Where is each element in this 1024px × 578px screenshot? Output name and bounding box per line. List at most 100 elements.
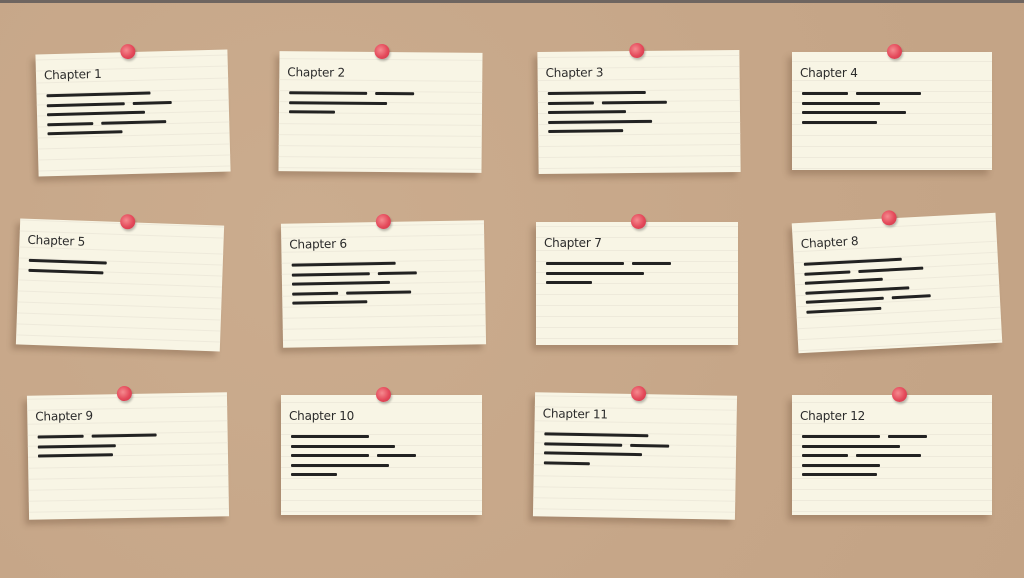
text-line (291, 271, 370, 277)
index-card[interactable]: Chapter 12 (792, 387, 992, 515)
pushpin-icon (631, 214, 646, 229)
pushpin-icon (892, 387, 907, 402)
text-line (548, 129, 624, 133)
text-line (547, 110, 627, 114)
text-line (802, 101, 880, 105)
text-line (28, 268, 104, 274)
text-line (37, 434, 84, 439)
pushpin-icon (375, 213, 392, 230)
text-line (289, 91, 368, 95)
text-line (804, 277, 883, 285)
text-line (802, 120, 877, 124)
text-line (546, 281, 592, 284)
text-line (291, 435, 369, 438)
text-line (291, 280, 390, 286)
text-line (543, 460, 590, 465)
text-line (377, 270, 417, 275)
text-line (28, 258, 107, 265)
text-line (857, 266, 923, 273)
pushpin-icon (116, 385, 133, 402)
card-title: Chapter 8 (800, 233, 859, 251)
pushpin-icon (629, 42, 645, 59)
pushpin-icon (887, 44, 902, 59)
index-card[interactable]: Chapter 5 (15, 213, 225, 352)
text-line (132, 100, 172, 105)
card-title: Chapter 9 (35, 408, 94, 424)
text-line (291, 444, 395, 448)
text-line (289, 100, 387, 105)
index-card[interactable]: Chapter 3 (537, 42, 741, 175)
card-title: Chapter 12 (800, 409, 866, 423)
text-line (888, 435, 927, 438)
pushpin-icon (120, 43, 136, 60)
text-line (377, 454, 416, 457)
text-line (375, 91, 415, 96)
card-title: Chapter 4 (800, 66, 858, 80)
pushpin-icon (881, 209, 897, 226)
text-line (291, 473, 337, 476)
card-title: Chapter 2 (287, 65, 346, 80)
pushpin-icon (374, 43, 390, 60)
pushpin-icon (119, 213, 136, 230)
text-line (802, 463, 880, 467)
text-line (802, 454, 848, 457)
text-line (547, 90, 646, 95)
text-line (805, 285, 910, 295)
card-title: Chapter 3 (545, 65, 604, 80)
index-card[interactable]: Chapter 1 (35, 43, 231, 177)
text-line (802, 92, 848, 95)
pushpin-icon (630, 385, 647, 402)
pushpin-icon (376, 387, 391, 402)
card-title: Chapter 5 (27, 232, 86, 249)
text-line (292, 300, 368, 305)
text-line (47, 130, 123, 136)
text-line (544, 432, 649, 438)
text-line (37, 453, 114, 458)
text-line (806, 306, 882, 314)
card-title: Chapter 7 (544, 236, 602, 250)
card-title: Chapter 11 (542, 406, 608, 422)
text-line (802, 444, 900, 448)
text-line (805, 296, 884, 304)
card-title: Chapter 6 (289, 236, 348, 252)
text-line (546, 262, 624, 265)
text-line (544, 451, 642, 457)
text-line (46, 91, 151, 98)
index-card[interactable]: Chapter 10 (281, 387, 482, 515)
text-line (292, 291, 338, 296)
text-line (802, 435, 880, 438)
text-line (804, 269, 850, 276)
text-line (802, 473, 877, 476)
index-card[interactable]: Chapter 8 (791, 209, 1003, 354)
text-line (802, 111, 906, 114)
index-card[interactable]: Chapter 9 (26, 385, 230, 520)
text-line (855, 454, 921, 457)
text-line (855, 92, 921, 95)
text-line (632, 262, 671, 265)
text-line (46, 101, 125, 107)
card-title: Chapter 10 (289, 409, 355, 423)
text-line (291, 454, 369, 457)
text-line (544, 441, 623, 447)
text-line (100, 119, 166, 125)
text-line (46, 110, 145, 117)
card-title: Chapter 1 (43, 66, 102, 83)
text-line (288, 110, 335, 114)
index-card[interactable]: Chapter 6 (280, 213, 487, 348)
index-card[interactable]: Chapter 4 (792, 44, 992, 170)
text-line (37, 443, 116, 449)
index-card[interactable]: Chapter 7 (536, 214, 738, 345)
index-card[interactable]: Chapter 11 (532, 385, 738, 520)
text-line (548, 119, 653, 124)
text-line (47, 121, 93, 126)
text-line (291, 261, 396, 267)
text-line (546, 271, 644, 275)
text-line (91, 433, 157, 438)
text-line (630, 443, 670, 448)
text-line (547, 100, 594, 105)
text-line (345, 290, 411, 295)
index-card[interactable]: Chapter 2 (278, 43, 483, 173)
text-line (291, 463, 389, 467)
text-line (891, 294, 931, 300)
text-line (803, 257, 902, 266)
